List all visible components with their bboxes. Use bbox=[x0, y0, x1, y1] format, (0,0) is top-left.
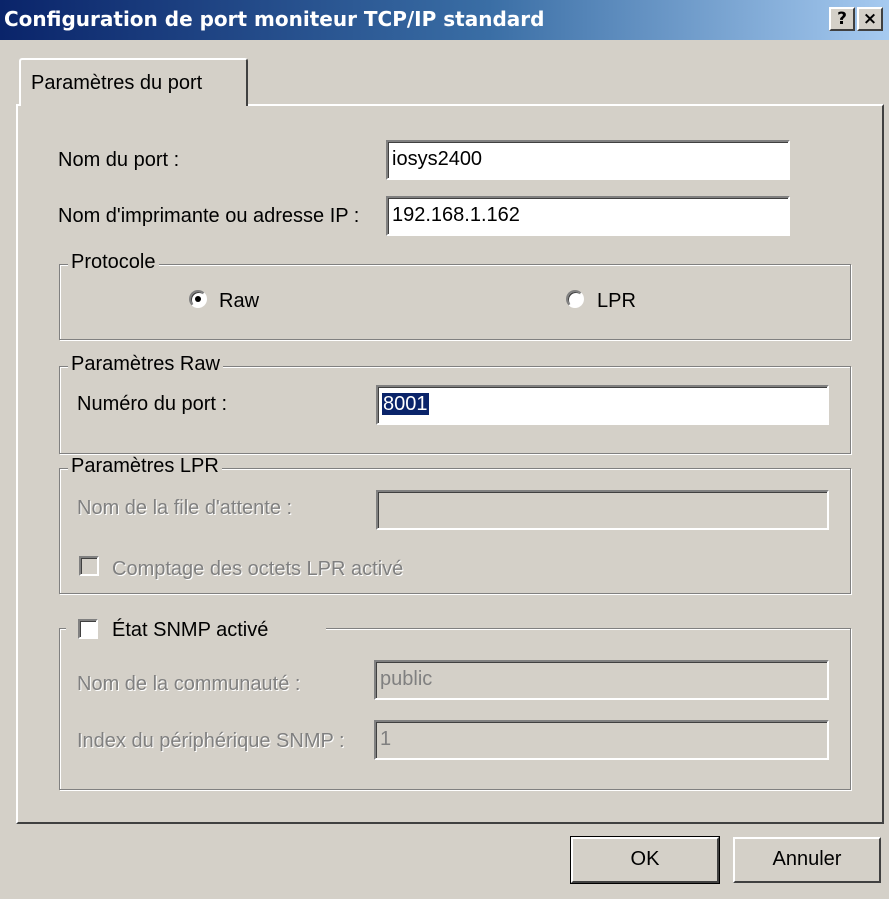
help-button[interactable]: ? bbox=[829, 7, 855, 31]
window-title: Configuration de port moniteur TCP/IP st… bbox=[4, 7, 545, 31]
cancel-button[interactable]: Annuler bbox=[733, 837, 881, 883]
close-button[interactable]: × bbox=[857, 7, 883, 31]
tab-port-settings[interactable]: Paramètres du port bbox=[19, 58, 248, 106]
snmp-device-index-input[interactable]: 1 bbox=[374, 720, 829, 760]
snmp-group bbox=[59, 628, 851, 790]
printer-address-label: Nom d'imprimante ou adresse IP : bbox=[58, 205, 360, 227]
snmp-device-index-label: Index du périphérique SNMP : bbox=[77, 730, 345, 752]
protocol-legend: Protocole bbox=[68, 251, 159, 274]
port-number-value: 8001 bbox=[382, 393, 429, 415]
protocol-group: Protocole bbox=[59, 251, 851, 340]
raw-settings-legend: Paramètres Raw bbox=[68, 353, 223, 376]
lpr-settings-legend: Paramètres LPR bbox=[68, 455, 222, 478]
radio-raw-label[interactable]: Raw bbox=[219, 290, 259, 313]
tab-port-settings-label: Paramètres du port bbox=[31, 72, 203, 94]
title-bar: Configuration de port moniteur TCP/IP st… bbox=[0, 0, 889, 40]
queue-name-input[interactable] bbox=[376, 490, 829, 530]
port-name-label: Nom du port : bbox=[58, 149, 180, 171]
radio-lpr-label[interactable]: LPR bbox=[597, 290, 636, 313]
queue-name-label: Nom de la file d'attente : bbox=[77, 497, 293, 519]
printer-address-input[interactable]: 192.168.1.162 bbox=[386, 196, 790, 236]
lpr-byte-count-label: Comptage des octets LPR activé bbox=[112, 558, 404, 580]
snmp-enable-label[interactable]: État SNMP activé bbox=[112, 619, 268, 642]
radio-raw-dot bbox=[195, 296, 201, 302]
lpr-byte-count-checkbox[interactable] bbox=[79, 556, 99, 576]
port-number-input[interactable]: 8001 bbox=[376, 385, 829, 425]
community-name-label: Nom de la communauté : bbox=[77, 673, 301, 695]
community-name-input[interactable]: public bbox=[374, 660, 829, 700]
radio-lpr[interactable] bbox=[566, 290, 584, 308]
ok-button[interactable]: OK bbox=[570, 836, 720, 884]
snmp-enable-checkbox[interactable] bbox=[78, 619, 98, 639]
radio-raw[interactable] bbox=[189, 290, 207, 308]
port-number-label: Numéro du port : bbox=[77, 393, 228, 415]
port-name-input[interactable]: iosys2400 bbox=[386, 140, 790, 180]
